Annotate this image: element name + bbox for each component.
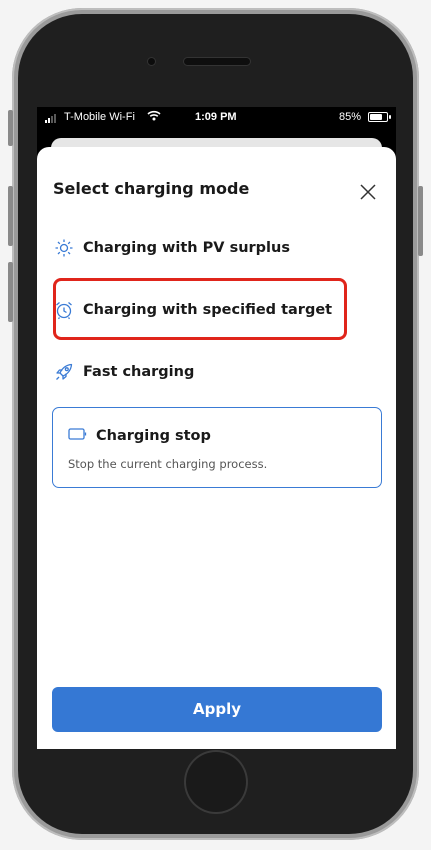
battery-percent: 85%: [339, 111, 362, 123]
option-specified-target[interactable]: Charging with specified target: [53, 299, 383, 321]
battery-icon: [68, 426, 88, 445]
battery-fill: [370, 114, 382, 120]
modal-title: Select charging mode: [53, 179, 250, 198]
status-time: 1:09 PM: [195, 111, 237, 123]
option-label: Charging with specified target: [83, 302, 333, 318]
mute-switch: [8, 110, 13, 146]
option-pv-surplus[interactable]: Charging with PV surplus: [53, 237, 383, 259]
option-description: Stop the current charging process.: [68, 457, 268, 471]
home-button[interactable]: [184, 750, 248, 814]
earpiece-speaker: [184, 58, 250, 65]
option-label: Fast charging: [83, 364, 195, 380]
alarm-clock-icon: [53, 299, 75, 321]
option-charging-stop[interactable]: Charging stop Stop the current charging …: [52, 407, 382, 488]
front-camera: [148, 58, 155, 65]
power-button: [418, 186, 423, 256]
option-fast-charging[interactable]: Fast charging: [53, 361, 383, 383]
rocket-icon: [53, 361, 75, 383]
battery-icon: [368, 112, 391, 122]
status-bar: T-Mobile Wi-Fi 1:09 PM 85%: [37, 107, 396, 129]
signal-icon: [45, 114, 56, 123]
apply-button[interactable]: Apply: [52, 687, 382, 732]
volume-up-button: [8, 186, 13, 246]
wifi-icon: [147, 110, 161, 124]
carrier-label: T-Mobile Wi-Fi: [64, 111, 135, 123]
option-label: Charging stop: [96, 427, 211, 444]
option-label: Charging with PV surplus: [83, 240, 290, 256]
sun-icon: [53, 237, 75, 259]
charging-mode-modal: Select charging mode Charging with PV su…: [37, 147, 396, 749]
option-row: Charging stop: [68, 426, 211, 445]
close-icon[interactable]: [357, 181, 379, 203]
volume-down-button: [8, 262, 13, 322]
phone-screen: T-Mobile Wi-Fi 1:09 PM 85% Select chargi…: [37, 107, 396, 749]
